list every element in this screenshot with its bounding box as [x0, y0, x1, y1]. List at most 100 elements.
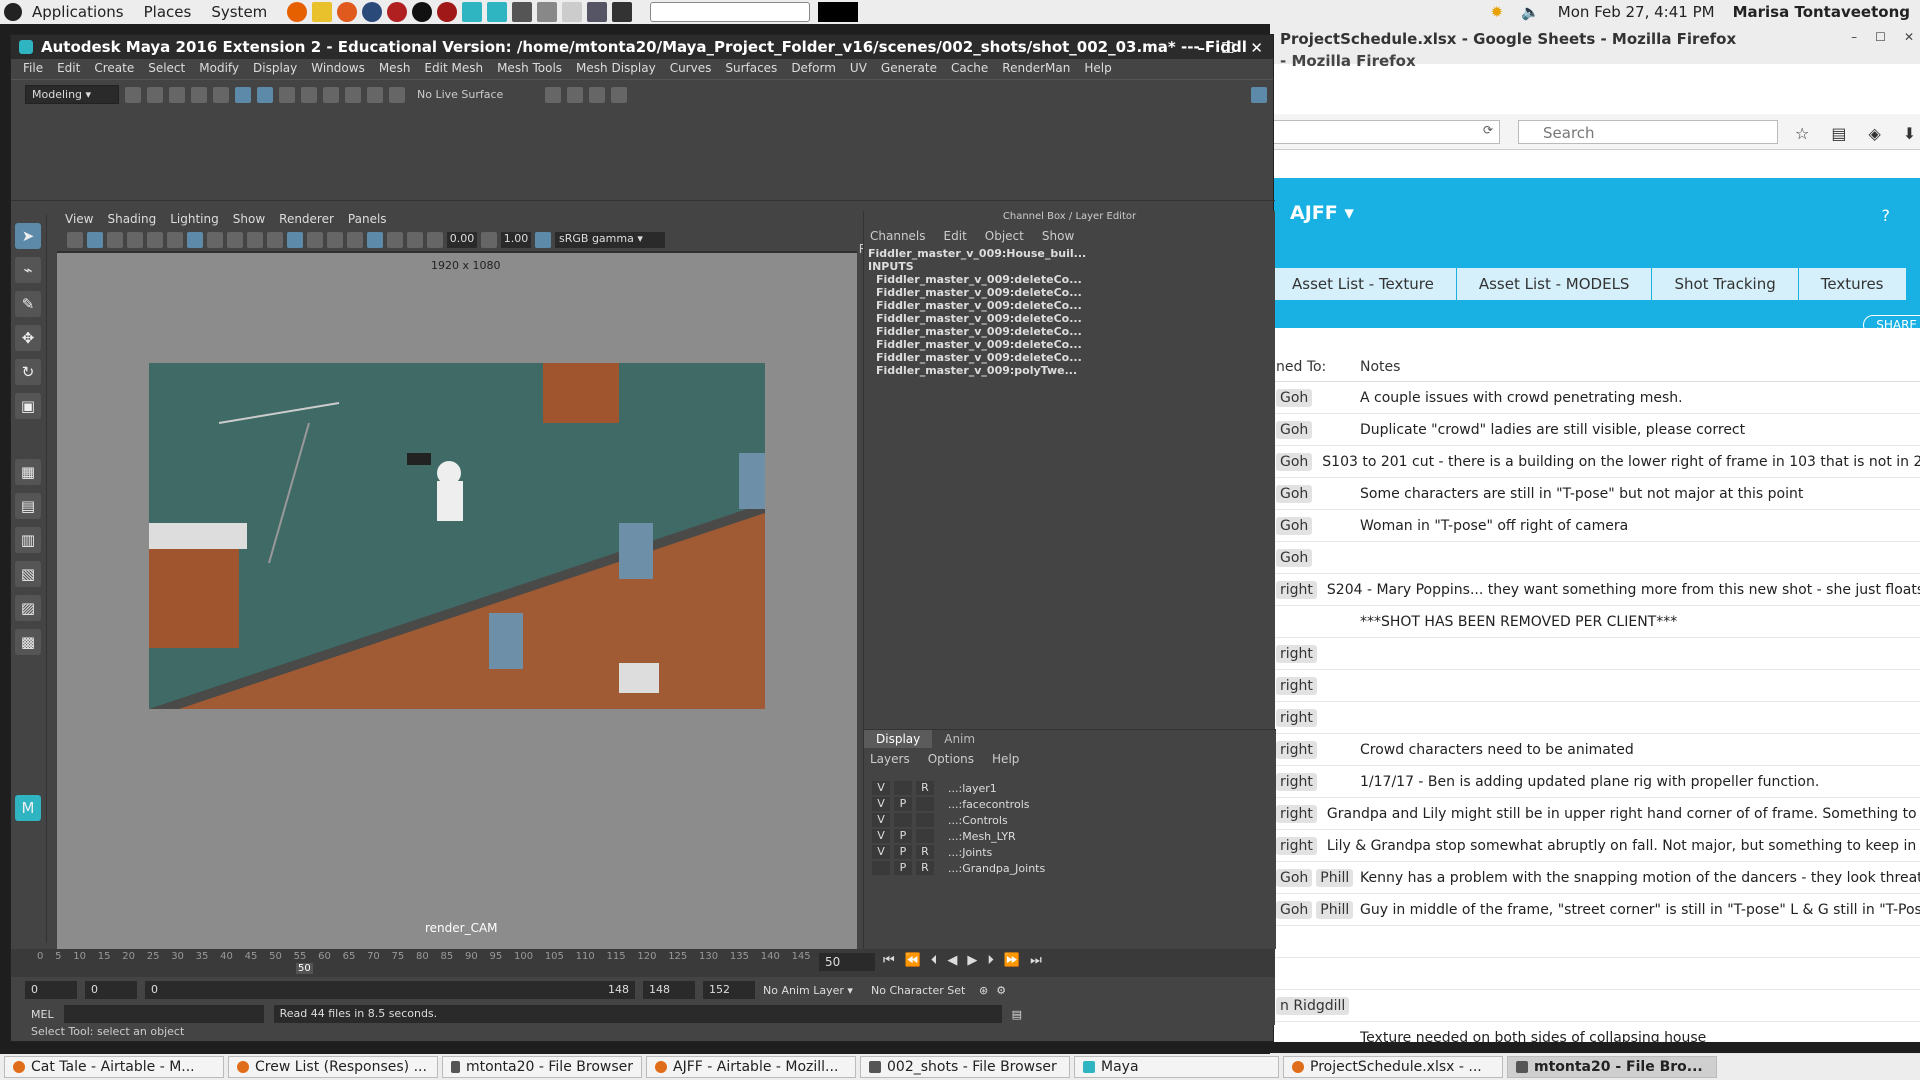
- tab-asset-list-models[interactable]: Asset List - MODELS: [1456, 268, 1653, 300]
- menu-surfaces[interactable]: Surfaces: [725, 61, 777, 77]
- assignee-cell[interactable]: right: [1270, 836, 1317, 855]
- places-menu[interactable]: Places: [134, 3, 202, 21]
- layer-row[interactable]: V P R ...:Joints: [864, 844, 1276, 860]
- camera-select-icon[interactable]: [67, 232, 83, 248]
- select-hierarchy-icon[interactable]: [235, 86, 251, 103]
- command-input[interactable]: [63, 1005, 264, 1023]
- undo-icon[interactable]: [191, 86, 207, 103]
- gate-mask-icon[interactable]: [207, 232, 223, 248]
- drive-icon[interactable]: [537, 2, 558, 22]
- input-node[interactable]: Fiddler_master_v_009:deleteCo...: [864, 286, 1275, 299]
- preferences-icon[interactable]: ⚙: [996, 984, 1006, 997]
- library-icon[interactable]: ▤: [1831, 124, 1846, 143]
- taskbar-item[interactable]: mtonta20 - File Bro...: [1507, 1056, 1717, 1078]
- input-node[interactable]: Fiddler_master_v_009:deleteCo...: [864, 299, 1275, 312]
- tab-asset-list-texture[interactable]: Asset List - Texture: [1270, 268, 1457, 300]
- assignee-cell[interactable]: Goh: [1270, 388, 1350, 407]
- notes-cell[interactable]: Grandpa and Lily might still be in upper…: [1317, 806, 1920, 822]
- assignee-cell[interactable]: right: [1270, 772, 1350, 791]
- layer-name[interactable]: ...:Mesh_LYR: [938, 830, 1016, 843]
- sidebar-toggle-icon[interactable]: [1251, 86, 1267, 103]
- channel-menu-channels[interactable]: Channels: [870, 229, 926, 243]
- visibility-toggle[interactable]: V: [872, 845, 890, 859]
- table-row[interactable]: right 1/17/17 - Ben is adding updated pla…: [1270, 766, 1920, 798]
- taskbar-item[interactable]: mtonta20 - File Browser: [442, 1056, 642, 1078]
- select-tool-icon[interactable]: ➤: [15, 223, 41, 249]
- menu-uv[interactable]: UV: [850, 61, 867, 77]
- layer-row[interactable]: V R ...:layer1: [864, 780, 1276, 796]
- minimize-icon[interactable]: –: [1851, 30, 1857, 44]
- firefox-icon[interactable]: [287, 2, 308, 22]
- taskbar-item[interactable]: AJFF - Airtable - Mozill...: [646, 1056, 856, 1078]
- exposure-field[interactable]: 0.00: [447, 232, 477, 248]
- nuke-icon[interactable]: [412, 2, 433, 22]
- assignee-cell[interactable]: right: [1270, 676, 1350, 695]
- share-button[interactable]: SHARE: [1863, 315, 1920, 335]
- assignee-cell[interactable]: n Ridgdill: [1270, 996, 1350, 1015]
- reference-toggle[interactable]: [916, 829, 934, 843]
- panel-search-input[interactable]: [650, 2, 811, 22]
- maya-icon[interactable]: [462, 2, 483, 22]
- grid-icon[interactable]: [147, 232, 163, 248]
- visibility-toggle[interactable]: [872, 861, 890, 875]
- table-row[interactable]: [1270, 926, 1920, 958]
- applications-menu[interactable]: Applications: [22, 3, 134, 21]
- terminal-icon[interactable]: [612, 2, 633, 22]
- assignee-cell[interactable]: right: [1270, 708, 1350, 727]
- menu-deform[interactable]: Deform: [791, 61, 836, 77]
- snap-point-icon[interactable]: [345, 86, 361, 103]
- assignee-cell[interactable]: right: [1270, 580, 1317, 599]
- tab-textures[interactable]: Textures: [1798, 268, 1907, 300]
- viewport-menu-show[interactable]: Show: [233, 212, 265, 228]
- playback-toggle[interactable]: P: [894, 861, 912, 875]
- table-row[interactable]: right: [1270, 702, 1920, 734]
- table-row[interactable]: Goh Duplicate "crowd" ladies are still vi…: [1270, 414, 1920, 446]
- scene-start-field[interactable]: 0: [25, 981, 77, 999]
- visibility-toggle[interactable]: V: [872, 813, 890, 827]
- assignee-cell[interactable]: right: [1270, 644, 1350, 663]
- script-language-label[interactable]: MEL: [31, 1008, 54, 1021]
- go-to-end-icon[interactable]: ⏭: [1030, 953, 1042, 968]
- col-notes[interactable]: Notes: [1350, 359, 1400, 375]
- open-scene-icon[interactable]: [147, 86, 163, 103]
- layer-menu-options[interactable]: Options: [928, 752, 974, 766]
- base-name[interactable]: AJFF ▾: [1290, 202, 1354, 224]
- menu-mesh-display[interactable]: Mesh Display: [576, 61, 656, 77]
- play-forward-icon[interactable]: ▶: [967, 953, 977, 968]
- current-frame-field[interactable]: 50: [819, 953, 875, 971]
- wireframe-icon[interactable]: [267, 232, 283, 248]
- menu-edit-mesh[interactable]: Edit Mesh: [424, 61, 483, 77]
- layout-four-icon[interactable]: ▤: [15, 493, 41, 519]
- playback-toggle[interactable]: P: [894, 829, 912, 843]
- channel-menu-show[interactable]: Show: [1042, 229, 1074, 243]
- app-launcher-icon[interactable]: [437, 2, 458, 22]
- play-backward-icon[interactable]: ◀: [947, 953, 957, 968]
- playback-end-field[interactable]: 148: [643, 981, 695, 999]
- table-row[interactable]: right Grandpa and Lily might still be in …: [1270, 798, 1920, 830]
- go-to-start-icon[interactable]: ⏮: [883, 953, 895, 968]
- layout-custom-icon[interactable]: ▩: [15, 629, 41, 655]
- range-slider[interactable]: 0 148: [145, 981, 635, 999]
- menu-mesh[interactable]: Mesh: [379, 61, 411, 77]
- app-launcher-icon[interactable]: [362, 2, 383, 22]
- notes-cell[interactable]: S204 - Mary Poppins... they want somethi…: [1317, 582, 1920, 598]
- menu-mesh-tools[interactable]: Mesh Tools: [497, 61, 562, 77]
- system-menu[interactable]: System: [201, 3, 277, 21]
- bookmark-star-icon[interactable]: ☆: [1795, 124, 1809, 143]
- menu-file[interactable]: File: [23, 61, 43, 77]
- reference-toggle[interactable]: R: [916, 861, 934, 875]
- layer-menu-help[interactable]: Help: [992, 752, 1019, 766]
- color-swatch[interactable]: [818, 2, 859, 22]
- assignee-cell[interactable]: right: [1270, 804, 1317, 823]
- playback-toggle[interactable]: P: [894, 797, 912, 811]
- menu-renderman[interactable]: RenderMan: [1002, 61, 1070, 77]
- channel-menu-edit[interactable]: Edit: [944, 229, 967, 243]
- table-row[interactable]: Goh Phill Guy in middle of the frame, "str…: [1270, 894, 1920, 926]
- script-editor-icon[interactable]: ▤: [1012, 1008, 1022, 1021]
- step-back-key-icon[interactable]: ⏪: [905, 953, 921, 968]
- notes-cell[interactable]: A couple issues with crowd penetrating m…: [1350, 390, 1683, 406]
- notes-cell[interactable]: Guy in middle of the frame, "street corn…: [1350, 902, 1920, 918]
- layer-row[interactable]: V ...:Controls: [864, 812, 1276, 828]
- viewport-menu-view[interactable]: View: [65, 212, 93, 228]
- notes-cell[interactable]: Woman in "T-pose" off right of camera: [1350, 518, 1628, 534]
